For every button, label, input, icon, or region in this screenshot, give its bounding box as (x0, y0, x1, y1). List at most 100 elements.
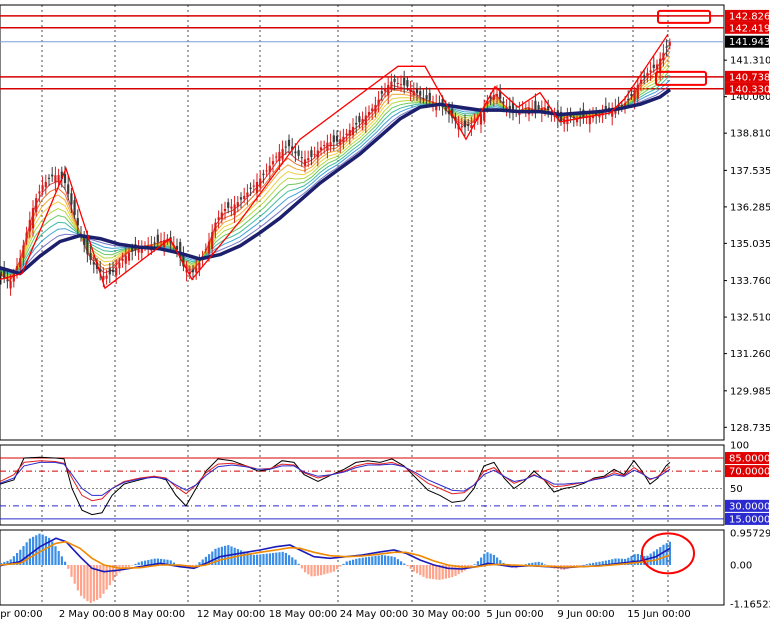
candle-body[interactable] (28, 220, 31, 232)
candle-body[interactable] (313, 153, 316, 155)
candle-body[interactable] (223, 208, 227, 212)
candle-body[interactable] (227, 202, 230, 208)
candle-body[interactable] (214, 222, 217, 232)
candle-body[interactable] (105, 275, 108, 279)
candle-body[interactable] (239, 197, 243, 200)
candle-body[interactable] (463, 120, 467, 128)
candle-body[interactable] (262, 173, 265, 175)
candle-body[interactable] (492, 94, 495, 100)
candle-body[interactable] (137, 248, 140, 253)
candle-body[interactable] (195, 267, 198, 273)
candle-body[interactable] (255, 181, 259, 194)
candle-body[interactable] (281, 149, 284, 160)
candle-body[interactable] (259, 178, 262, 188)
candle-body[interactable] (422, 97, 425, 99)
candle-body[interactable] (115, 267, 118, 276)
candle-body[interactable] (297, 150, 300, 156)
candle-body[interactable] (6, 280, 9, 282)
candle-body[interactable] (531, 108, 534, 110)
candle-body[interactable] (156, 234, 159, 243)
candle-body[interactable] (92, 262, 95, 265)
candle-body[interactable] (409, 88, 412, 93)
candle-body[interactable] (0, 272, 3, 276)
candle-body[interactable] (393, 78, 396, 82)
candle-body[interactable] (524, 107, 527, 109)
candle-body[interactable] (377, 99, 380, 105)
candle-body[interactable] (204, 249, 207, 251)
candle-body[interactable] (412, 90, 415, 96)
candle-body[interactable] (230, 206, 233, 209)
candle-body[interactable] (25, 232, 28, 239)
candle-body[interactable] (19, 258, 22, 268)
candle-body[interactable] (127, 252, 131, 261)
candle-body[interactable] (374, 104, 377, 113)
candle-body[interactable] (390, 81, 393, 89)
candle-body[interactable] (275, 156, 278, 158)
candle-body[interactable] (118, 262, 121, 269)
candle-body[interactable] (655, 64, 659, 70)
candle-body[interactable] (335, 135, 339, 142)
candle-body[interactable] (76, 218, 79, 226)
candle-body[interactable] (246, 192, 249, 198)
candle-body[interactable] (57, 175, 60, 183)
candle-body[interactable] (108, 268, 111, 275)
candle-body[interactable] (460, 126, 463, 128)
candle-body[interactable] (307, 158, 310, 161)
candle-body[interactable] (38, 191, 41, 194)
candle-body[interactable] (396, 83, 399, 85)
candle-body[interactable] (479, 114, 483, 125)
candle-body[interactable] (284, 146, 287, 148)
candle-body[interactable] (358, 116, 361, 123)
candle-body[interactable] (220, 212, 223, 220)
candle-body[interactable] (111, 269, 115, 273)
candle-body[interactable] (543, 107, 547, 111)
candle-body[interactable] (425, 95, 428, 100)
candle-body[interactable] (15, 266, 19, 271)
candle-body[interactable] (367, 111, 371, 116)
candle-body[interactable] (207, 241, 211, 254)
trading-chart[interactable]: 141.310140.060138.810137.535136.285135.0… (0, 0, 770, 625)
candle-body[interactable] (652, 64, 655, 68)
candle-body[interactable] (54, 175, 57, 183)
candle-body[interactable] (319, 147, 323, 151)
candle-body[interactable] (217, 217, 220, 220)
candle-body[interactable] (383, 88, 387, 92)
candle-body[interactable] (233, 204, 236, 216)
candle-body[interactable] (326, 142, 329, 151)
candle-body[interactable] (467, 124, 470, 127)
candle-body[interactable] (665, 46, 668, 48)
candle-body[interactable] (12, 273, 15, 282)
candle-body[interactable] (329, 142, 332, 147)
candle-body[interactable] (572, 116, 575, 119)
candle-body[interactable] (89, 253, 92, 260)
candle-body[interactable] (636, 84, 639, 99)
candle-body[interactable] (662, 52, 665, 61)
candle-body[interactable] (249, 187, 252, 189)
candle-body[interactable] (63, 173, 67, 184)
candle-body[interactable] (22, 245, 25, 258)
candle-body[interactable] (236, 202, 239, 207)
candle-body[interactable] (310, 150, 313, 158)
candle-body[interactable] (537, 105, 540, 110)
candle-body[interactable] (316, 150, 319, 158)
candle-body[interactable] (569, 115, 572, 117)
candle-body[interactable] (627, 99, 630, 101)
candle-body[interactable] (403, 78, 406, 86)
candle-body[interactable] (371, 108, 374, 112)
candle-body[interactable] (419, 91, 422, 96)
candle-body[interactable] (431, 101, 435, 104)
candle-body[interactable] (668, 42, 671, 46)
candle-body[interactable] (73, 200, 76, 215)
candle-body[interactable] (131, 247, 134, 252)
candle-body[interactable] (9, 280, 12, 289)
candle-body[interactable] (268, 165, 271, 173)
candle-body[interactable] (495, 94, 499, 96)
candle-body[interactable] (364, 115, 367, 125)
candle-body[interactable] (271, 161, 275, 165)
candle-body[interactable] (44, 181, 47, 187)
candle-body[interactable] (633, 90, 636, 101)
candle-body[interactable] (387, 85, 390, 96)
candle-body[interactable] (323, 144, 326, 147)
candle-body[interactable] (287, 139, 291, 147)
candle-body[interactable] (70, 193, 73, 205)
